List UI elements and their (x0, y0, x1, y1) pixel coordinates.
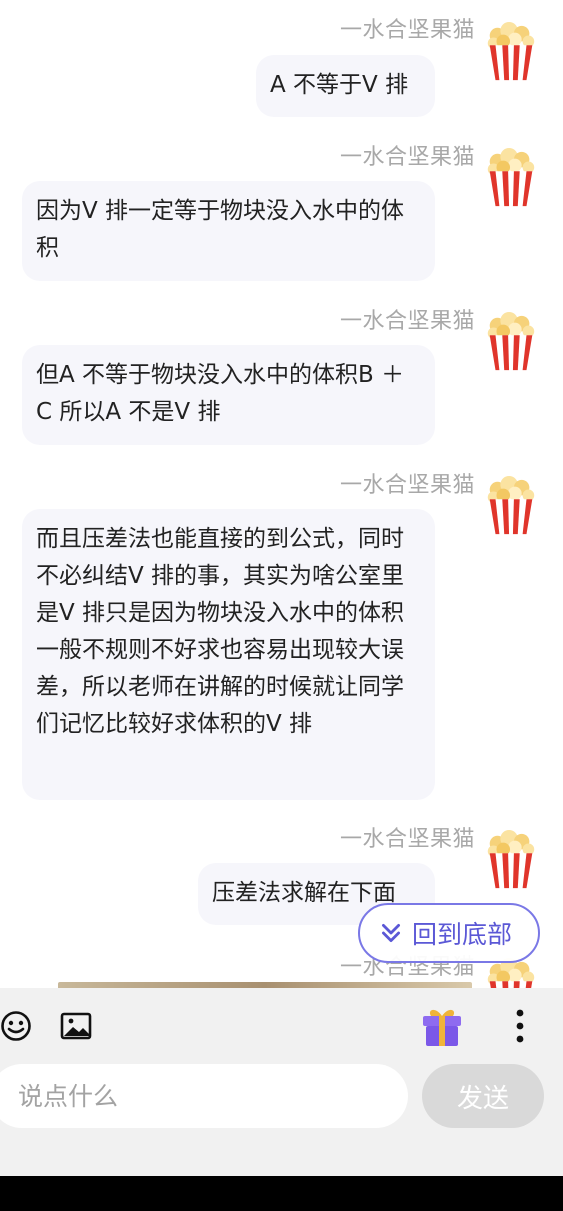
chat-area[interactable]: 一水合坚果猫 A 不等于V 排 一水合坚果猫 因为V 排一定等于物块没入水中的体… (0, 0, 563, 988)
avatar-popcorn-icon[interactable] (485, 148, 537, 208)
emoji-icon[interactable] (0, 1010, 32, 1042)
system-navigation-bar (0, 1176, 563, 1211)
send-button[interactable]: 发送 (422, 1064, 544, 1128)
sender-name: 一水合坚果猫 (339, 145, 475, 170)
message-bubble[interactable]: A 不等于V 排 (256, 55, 435, 117)
message-bubble[interactable]: 但A 不等于物块没入水中的体积B ＋C 所以A 不是V 排 (22, 345, 435, 445)
avatar-popcorn-icon[interactable] (485, 22, 537, 82)
input-toolbar: 发送 (0, 988, 563, 1176)
scroll-to-bottom-button[interactable]: 回到底部 (358, 903, 540, 963)
sender-name: 一水合坚果猫 (339, 309, 475, 334)
message-bubble[interactable]: 而且压差法也能直接的到公式，同时不必纠结V 排的事，其实为啥公室里是V 排只是因… (22, 509, 435, 800)
scroll-to-bottom-label: 回到底部 (412, 920, 513, 949)
image-icon[interactable] (60, 1010, 92, 1042)
double-chevron-down-icon (382, 924, 400, 942)
message-input[interactable] (0, 1064, 408, 1128)
sender-name: 一水合坚果猫 (339, 473, 475, 498)
more-vertical-icon[interactable] (510, 1008, 530, 1044)
message-bubble[interactable]: 因为V 排一定等于物块没入水中的体积 (22, 181, 435, 281)
gift-icon[interactable] (419, 1004, 465, 1050)
sender-name: 一水合坚果猫 (339, 827, 475, 852)
avatar-popcorn-icon[interactable] (485, 476, 537, 536)
message-input-container (0, 1064, 408, 1128)
avatar-popcorn-icon[interactable] (485, 312, 537, 372)
sender-name: 一水合坚果猫 (339, 18, 475, 43)
avatar-popcorn-icon[interactable] (485, 830, 537, 890)
